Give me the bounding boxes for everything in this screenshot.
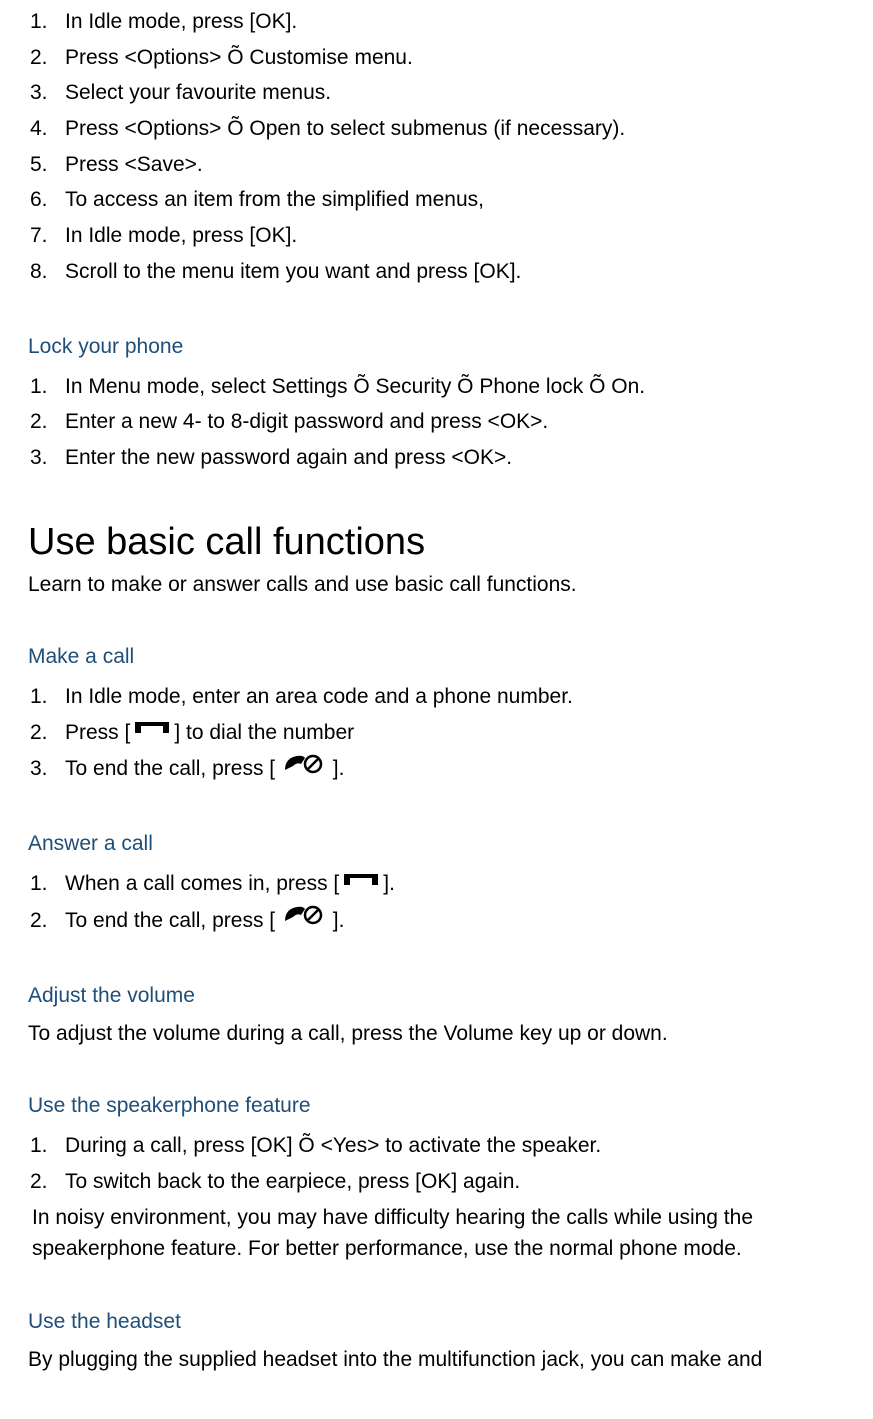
use-basic-call-text: Learn to make or answer calls and use ba… xyxy=(28,569,853,601)
item-num: 1. xyxy=(30,679,60,715)
item-num: 1. xyxy=(30,1128,60,1164)
list-item: 4.Press <Options> Õ Open to select subme… xyxy=(65,111,853,147)
item-num: 1. xyxy=(30,4,60,40)
headset-heading: Use the headset xyxy=(28,1310,853,1334)
item-num: 4. xyxy=(30,111,60,147)
item-text-post: ] to dial the number xyxy=(174,721,354,744)
answer-call-heading: Answer a call xyxy=(28,832,853,856)
item-text: During a call, press [OK] Õ <Yes> to act… xyxy=(65,1134,601,1157)
list-item: 2.To end the call, press [ ]. xyxy=(65,903,853,939)
customise-menu-list: 1.In Idle mode, press [OK]. 2.Press <Opt… xyxy=(20,4,853,290)
hangup-icon xyxy=(283,903,325,939)
make-call-heading: Make a call xyxy=(28,645,853,669)
speakerphone-note: In noisy environment, you may have diffi… xyxy=(32,1202,853,1265)
item-text-post: ]. xyxy=(383,872,395,895)
item-text-post: ]. xyxy=(327,909,345,932)
headset-text: By plugging the supplied headset into th… xyxy=(28,1344,853,1376)
list-item: 1.In Idle mode, press [OK]. xyxy=(65,4,853,40)
speakerphone-heading: Use the speakerphone feature xyxy=(28,1094,853,1118)
item-text: Scroll to the menu item you want and pre… xyxy=(65,260,521,283)
item-num: 2. xyxy=(30,903,60,939)
item-text-post: ]. xyxy=(327,757,345,780)
item-num: 2. xyxy=(30,404,60,440)
list-item: 3.Enter the new password again and press… xyxy=(65,440,853,476)
item-num: 1. xyxy=(30,866,60,902)
item-text-pre: To end the call, press [ xyxy=(65,757,281,780)
item-num: 3. xyxy=(30,751,60,787)
item-num: 2. xyxy=(30,1164,60,1200)
item-text: To switch back to the earpiece, press [O… xyxy=(65,1170,520,1193)
list-item: 2.To switch back to the earpiece, press … xyxy=(65,1164,853,1200)
item-text: Press <Save>. xyxy=(65,153,203,176)
item-num: 2. xyxy=(30,715,60,751)
adjust-volume-heading: Adjust the volume xyxy=(28,984,853,1008)
list-item: 1.In Idle mode, enter an area code and a… xyxy=(65,679,853,715)
item-num: 2. xyxy=(30,40,60,76)
list-item: 2.Press [] to dial the number xyxy=(65,715,853,751)
item-text: Press <Options> Õ Open to select submenu… xyxy=(65,117,625,140)
call-icon xyxy=(341,867,381,903)
item-text: Enter a new 4- to 8-digit password and p… xyxy=(65,410,548,433)
item-text-pre: To end the call, press [ xyxy=(65,909,281,932)
adjust-volume-text: To adjust the volume during a call, pres… xyxy=(28,1018,853,1050)
item-text: In Idle mode, press [OK]. xyxy=(65,10,297,33)
item-text-pre: When a call comes in, press [ xyxy=(65,872,339,895)
hangup-icon xyxy=(283,752,325,788)
item-num: 7. xyxy=(30,218,60,254)
item-text: Enter the new password again and press <… xyxy=(65,446,512,469)
lock-phone-heading: Lock your phone xyxy=(28,335,853,359)
item-num: 5. xyxy=(30,147,60,183)
call-icon xyxy=(132,715,172,751)
item-text: In Menu mode, select Settings Õ Security… xyxy=(65,375,645,398)
lock-phone-list: 1.In Menu mode, select Settings Õ Securi… xyxy=(20,369,853,476)
item-num: 1. xyxy=(30,369,60,405)
list-item: 1.During a call, press [OK] Õ <Yes> to a… xyxy=(65,1128,853,1164)
item-text: Select your favourite menus. xyxy=(65,81,331,104)
list-item: 3.To end the call, press [ ]. xyxy=(65,751,853,787)
use-basic-call-heading: Use basic call functions xyxy=(28,521,853,564)
list-item: 2.Enter a new 4- to 8-digit password and… xyxy=(65,404,853,440)
list-item: 8.Scroll to the menu item you want and p… xyxy=(65,254,853,290)
answer-call-list: 1.When a call comes in, press []. 2.To e… xyxy=(20,866,853,939)
item-num: 6. xyxy=(30,182,60,218)
list-item: 1.In Menu mode, select Settings Õ Securi… xyxy=(65,369,853,405)
item-text: In Idle mode, enter an area code and a p… xyxy=(65,685,573,708)
item-text: Press <Options> Õ Customise menu. xyxy=(65,46,413,69)
item-text: In Idle mode, press [OK]. xyxy=(65,224,297,247)
list-item: 3.Select your favourite menus. xyxy=(65,75,853,111)
list-item: 1.When a call comes in, press []. xyxy=(65,866,853,902)
list-item: 7.In Idle mode, press [OK]. xyxy=(65,218,853,254)
list-item: 2.Press <Options> Õ Customise menu. xyxy=(65,40,853,76)
item-num: 8. xyxy=(30,254,60,290)
item-num: 3. xyxy=(30,440,60,476)
list-item: 5.Press <Save>. xyxy=(65,147,853,183)
speakerphone-list: 1.During a call, press [OK] Õ <Yes> to a… xyxy=(20,1128,853,1199)
item-num: 3. xyxy=(30,75,60,111)
item-text-pre: Press [ xyxy=(65,721,130,744)
list-item: 6.To access an item from the simplified … xyxy=(65,182,853,218)
make-call-list: 1.In Idle mode, enter an area code and a… xyxy=(20,679,853,787)
item-text: To access an item from the simplified me… xyxy=(65,188,484,211)
